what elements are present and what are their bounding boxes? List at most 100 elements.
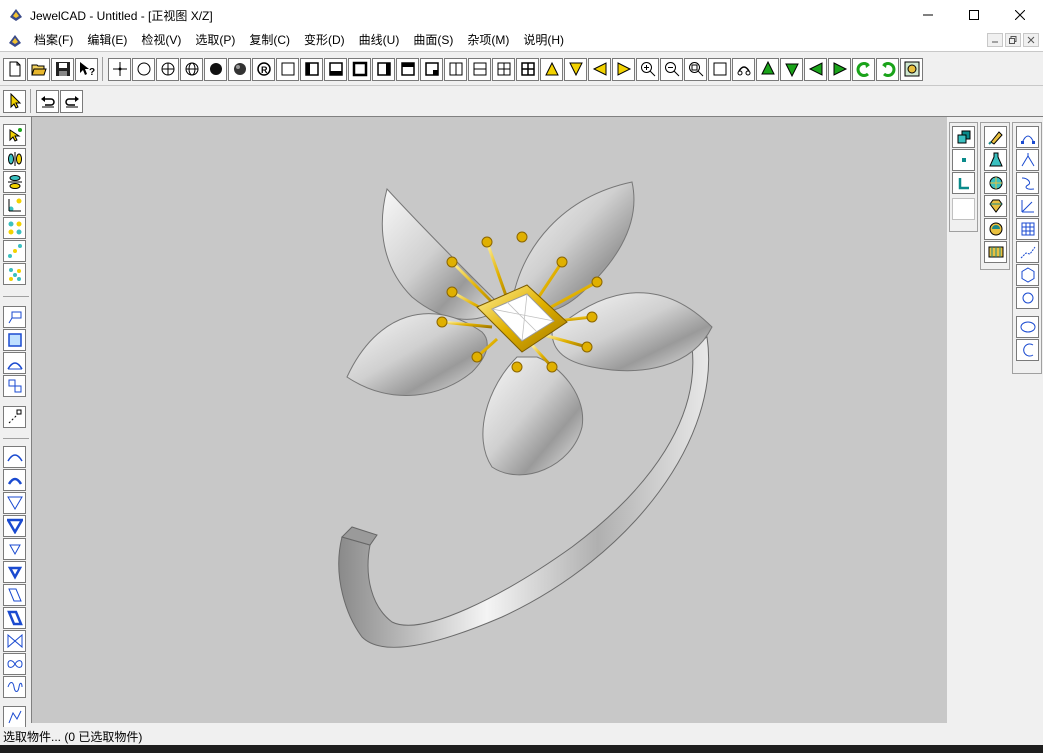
select-all-button[interactable]	[3, 124, 26, 146]
rotate-left-button[interactable]	[852, 57, 875, 81]
menu-file[interactable]: 档案(F)	[27, 30, 80, 51]
zoom-fit-button[interactable]	[732, 57, 755, 81]
layer-stack-button[interactable]	[952, 126, 975, 148]
jewelry-model[interactable]	[32, 117, 947, 723]
bend-button[interactable]	[3, 352, 26, 374]
wire-sphere-button[interactable]	[156, 57, 179, 81]
menu-curve[interactable]: 曲线(U)	[352, 30, 407, 51]
circle-view-button[interactable]	[132, 57, 155, 81]
solid-view-button[interactable]	[204, 57, 227, 81]
frame-button[interactable]	[3, 329, 26, 351]
mirror-button[interactable]	[3, 148, 26, 170]
new-file-button[interactable]	[3, 57, 26, 81]
context-help-button[interactable]: ?	[75, 57, 98, 81]
zoom-in-button[interactable]	[636, 57, 659, 81]
scatter-array-button[interactable]	[3, 263, 26, 285]
move-right-button[interactable]	[612, 57, 635, 81]
select-button[interactable]	[3, 89, 26, 113]
twist-button[interactable]	[3, 375, 26, 397]
arc-up-button[interactable]	[3, 446, 26, 468]
mdi-restore-button[interactable]	[1005, 33, 1021, 47]
split-vertical-button[interactable]	[444, 57, 467, 81]
menu-edit[interactable]: 编辑(E)	[80, 30, 134, 51]
menu-misc[interactable]: 杂项(M)	[460, 30, 516, 51]
point-small-button[interactable]	[952, 149, 975, 171]
skew-bold-button[interactable]	[3, 607, 26, 629]
circle-small-button[interactable]	[1016, 287, 1039, 309]
infinity-button[interactable]	[3, 653, 26, 675]
render-view-button[interactable]: R	[252, 57, 275, 81]
align-button[interactable]	[3, 171, 26, 193]
split-four-button[interactable]	[492, 57, 515, 81]
view-corner-button[interactable]	[420, 57, 443, 81]
view-3d-button[interactable]	[900, 57, 923, 81]
shaded-view-button[interactable]	[228, 57, 251, 81]
ellipse-button[interactable]	[1016, 316, 1039, 338]
arc-button[interactable]	[1016, 339, 1039, 361]
wave-button[interactable]	[3, 676, 26, 698]
taper-button[interactable]	[3, 492, 26, 514]
skew-button[interactable]	[3, 584, 26, 606]
pan-down-button[interactable]	[780, 57, 803, 81]
save-file-button[interactable]	[51, 57, 74, 81]
menu-pick[interactable]: 选取(P)	[188, 30, 242, 51]
taper-small-bold-button[interactable]	[3, 561, 26, 583]
menu-surface[interactable]: 曲面(S)	[406, 30, 460, 51]
mdi-minimize-button[interactable]	[987, 33, 1003, 47]
split-grid-button[interactable]	[516, 57, 539, 81]
curve-nodes-button[interactable]	[1016, 126, 1039, 148]
taper-small-button[interactable]	[3, 538, 26, 560]
corner-button[interactable]	[952, 172, 975, 194]
mdi-close-button[interactable]	[1023, 33, 1039, 47]
node-edit-button[interactable]	[3, 406, 26, 428]
flask-button[interactable]	[984, 149, 1007, 171]
polyline-button[interactable]	[1016, 241, 1039, 263]
view-center-button[interactable]	[348, 57, 371, 81]
view-full-button[interactable]	[276, 57, 299, 81]
open-file-button[interactable]	[27, 57, 50, 81]
undo-button[interactable]	[36, 89, 59, 113]
custom-curve-button[interactable]	[3, 706, 26, 728]
pan-up-button[interactable]	[756, 57, 779, 81]
front-viewport[interactable]	[32, 117, 947, 723]
zoom-box-button[interactable]	[708, 57, 731, 81]
arc-rotate-button[interactable]	[3, 469, 26, 491]
plane-button[interactable]	[3, 306, 26, 328]
texture-button[interactable]	[984, 241, 1007, 263]
taper-bold-button[interactable]	[3, 515, 26, 537]
redo-button[interactable]	[60, 89, 83, 113]
bow-tie-button[interactable]	[3, 630, 26, 652]
view-top-button[interactable]	[396, 57, 419, 81]
menu-help[interactable]: 说明(H)	[516, 30, 571, 51]
zoom-window-button[interactable]	[684, 57, 707, 81]
point-tool-button[interactable]	[108, 57, 131, 81]
rotate-right-button[interactable]	[876, 57, 899, 81]
view-bottom-button[interactable]	[324, 57, 347, 81]
blank-button[interactable]	[952, 198, 975, 220]
diagonal-array-button[interactable]	[3, 240, 26, 262]
mesh-button[interactable]	[1016, 218, 1039, 240]
zoom-out-button[interactable]	[660, 57, 683, 81]
menu-copy[interactable]: 复制(C)	[242, 30, 297, 51]
material-button[interactable]	[984, 218, 1007, 240]
pan-left-button[interactable]	[804, 57, 827, 81]
split-horizontal-button[interactable]	[468, 57, 491, 81]
maximize-button[interactable]	[951, 0, 997, 30]
gem-button[interactable]	[984, 195, 1007, 217]
view-left-button[interactable]	[300, 57, 323, 81]
view-right-button[interactable]	[372, 57, 395, 81]
pan-right-button[interactable]	[828, 57, 851, 81]
move-down-button[interactable]	[564, 57, 587, 81]
curve-fork-button[interactable]	[1016, 149, 1039, 171]
move-left-button[interactable]	[588, 57, 611, 81]
menu-view[interactable]: 检视(V)	[134, 30, 188, 51]
grid-array-button[interactable]	[3, 217, 26, 239]
spiral-button[interactable]	[1016, 172, 1039, 194]
close-button[interactable]	[997, 0, 1043, 30]
axis-button[interactable]	[1016, 195, 1039, 217]
menu-deform[interactable]: 变形(D)	[297, 30, 352, 51]
move-up-button[interactable]	[540, 57, 563, 81]
minimize-button[interactable]	[905, 0, 951, 30]
array-button[interactable]	[3, 194, 26, 216]
document-logo-icon[interactable]	[7, 33, 23, 49]
